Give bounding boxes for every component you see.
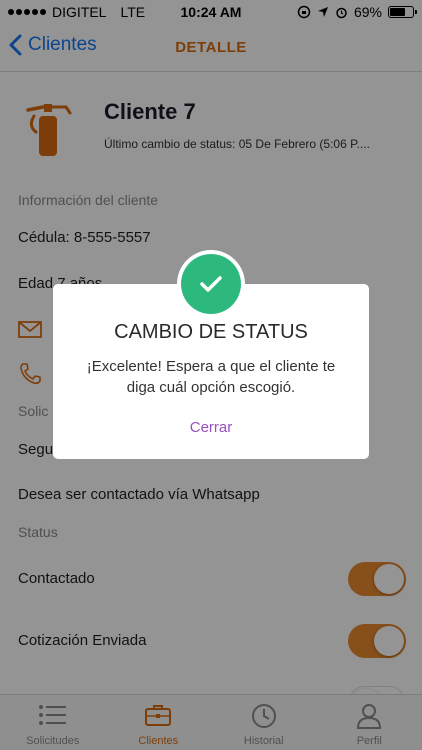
checkmark-icon [200, 276, 222, 292]
dialog-title: CAMBIO DE STATUS [114, 321, 308, 343]
success-circle [181, 254, 241, 314]
close-button[interactable]: Cerrar [53, 419, 369, 436]
dialog-message: ¡Excelente! Espera a que el cliente te d… [86, 358, 336, 396]
success-badge [177, 250, 245, 318]
